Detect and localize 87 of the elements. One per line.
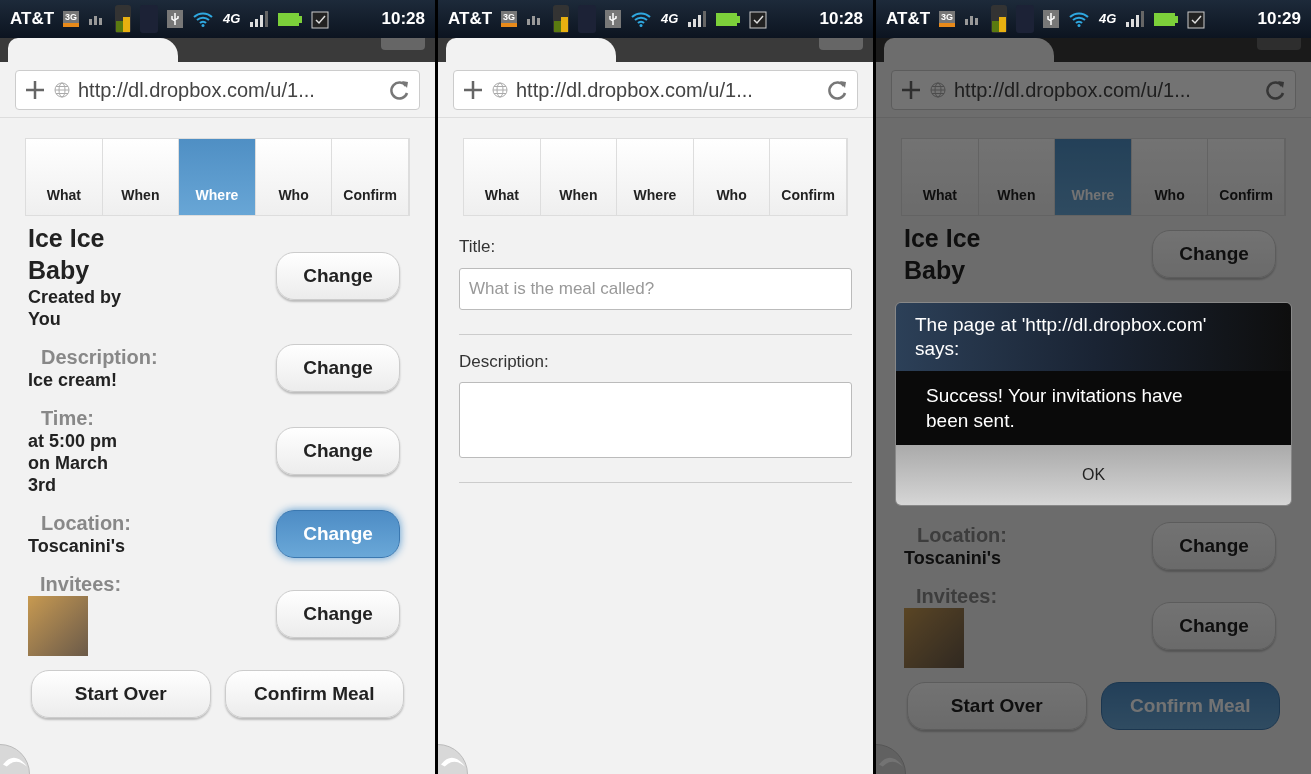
field-value: at 5:00 pm on March 3rd [28,430,119,496]
meal-title: Ice Ice Baby [904,223,982,286]
step-tab[interactable]: What [26,139,103,215]
data-type-label: 4G [223,10,241,29]
field-value: Toscanini's [904,547,1002,569]
usb-icon [1043,10,1060,28]
url-text: http://dl.dropbox.com/u/1... [78,77,315,103]
signal-icon [1125,11,1146,27]
browser-tab[interactable] [446,38,616,62]
step-tab[interactable]: When [540,139,618,215]
photo-placeholder [28,596,88,656]
globe-icon [54,81,70,98]
wifi-icon [192,11,215,27]
clock-time: 10:28 [381,8,425,31]
step-tab[interactable]: Who [693,139,771,215]
step-tab[interactable]: Who [255,139,333,215]
wifi-icon [1068,11,1091,27]
change-button[interactable]: Change [1152,230,1276,278]
field-label: Title: [459,236,497,258]
battery-icon [716,12,741,26]
plus-icon[interactable] [24,78,46,101]
field-label: Description: [40,345,158,369]
carrier-name: AT&T [10,8,55,31]
change-button[interactable]: Change [1152,522,1276,570]
meal-creator: Created by You [28,286,123,330]
step-tab[interactable]: Confirm [1208,139,1285,215]
carrier-name: AT&T [448,8,493,31]
step-tab[interactable]: When [978,139,1056,215]
step-tab[interactable]: Where [617,139,694,215]
url-bar[interactable]: http://dl.dropbox.com/u/1... [15,69,420,110]
browser-tab[interactable] [884,38,1054,62]
checkbox-icon [749,9,768,29]
field-value: Ice cream! [28,369,119,391]
change-button[interactable]: Change [276,344,400,392]
title-input[interactable]: What is the meal called? [459,267,852,310]
network-badge: 3G [501,11,518,27]
app-widget-icon [553,5,570,33]
globe-icon [930,81,946,98]
dialog-title: The page at 'http://dl.dropbox.com' says: [915,313,1208,361]
step-tab[interactable]: When [102,139,180,215]
change-button[interactable]: Change [276,252,400,300]
signal-icon [687,11,708,27]
meal-title: Ice Ice Baby [28,223,106,286]
change-button[interactable]: Change [276,427,400,475]
action-button[interactable]: Confirm Meal [224,670,404,718]
field-value: Toscanini's [28,535,126,557]
url-text: http://dl.dropbox.com/u/1... [954,77,1191,103]
clock-time: 10:29 [1257,8,1301,31]
battery-icon [1154,12,1179,26]
change-button[interactable]: Change [276,590,400,638]
carrier-name: AT&T [886,8,931,31]
action-button[interactable]: Start Over [31,670,211,718]
field-label: Location: [40,511,132,535]
url-bar[interactable]: http://dl.dropbox.com/u/1... [453,69,858,110]
plus-icon[interactable] [900,78,922,101]
signal-icon [249,11,270,27]
dialog-message: Success! Your invitations have been sent. [926,384,1184,433]
photo-placeholder [904,608,964,668]
battery-icon [278,12,303,26]
network-badge: 3G [63,11,80,27]
globe-icon [492,81,508,98]
data-type-label: 4G [661,10,679,29]
data-type-label: 4G [1099,10,1117,29]
step-tab[interactable]: Confirm [332,139,409,215]
clock-time: 10:28 [819,8,863,31]
field-label: Time: [40,406,95,430]
action-button[interactable]: Start Over [907,682,1087,730]
ok-button[interactable]: OK [1071,463,1116,487]
change-button[interactable]: Change [1152,602,1276,650]
checkbox-icon [1187,9,1206,29]
plus-icon[interactable] [462,78,484,101]
url-text: http://dl.dropbox.com/u/1... [516,77,753,103]
step-tab[interactable]: What [902,139,979,215]
description-input[interactable] [459,382,852,458]
usb-icon [605,10,622,28]
browser-tab[interactable] [8,38,178,62]
network-badge: 3G [939,11,956,27]
app-widget-icon [991,5,1008,33]
step-tab[interactable]: Who [1131,139,1209,215]
checkbox-icon [311,9,330,29]
wifi-icon [630,11,653,27]
field-label: Description: [459,350,550,373]
step-tab[interactable]: What [464,139,541,215]
step-tab[interactable]: Confirm [770,139,847,215]
field-label: Invitees: [39,572,122,596]
app-widget-icon [115,5,132,33]
usb-icon [167,10,184,28]
